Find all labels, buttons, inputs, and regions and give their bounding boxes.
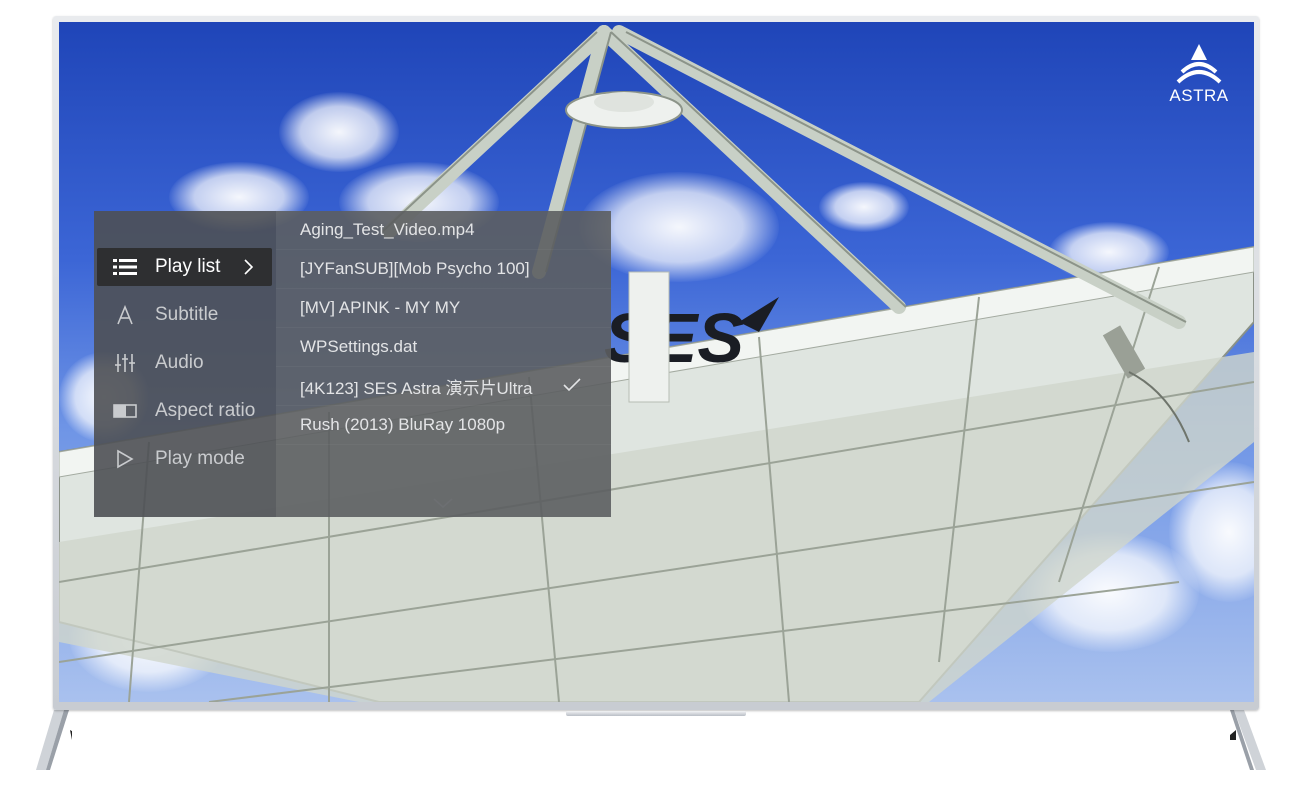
menu-categories: Play list Subtitle Audio Aspect ratio Pl… <box>94 211 276 517</box>
playlist-item-selected[interactable]: [4K123] SES Astra 演示片Ultra <box>276 367 611 406</box>
tv-stand-bar <box>566 711 746 716</box>
playlist-item-label: [4K123] SES Astra 演示片Ultra <box>300 378 533 398</box>
list-icon <box>113 255 137 279</box>
menu-item-subtitle[interactable]: Subtitle <box>97 296 272 334</box>
equalizer-icon <box>113 351 137 375</box>
tv-leg-left <box>36 710 72 770</box>
menu-item-audio[interactable]: Audio <box>97 344 272 382</box>
chevron-right-icon <box>244 259 254 275</box>
tv-screen: SES ASTRA Play list Subtitle Audio Aspec… <box>59 22 1254 702</box>
playlist-panel: Aging_Test_Video.mp4 [JYFanSUB][Mob Psyc… <box>276 211 611 517</box>
menu-item-label: Subtitle <box>155 304 219 325</box>
playlist-item-label: Rush (2013) BluRay 1080p <box>300 415 506 434</box>
playlist-item-label: Aging_Test_Video.mp4 <box>300 220 475 239</box>
checkmark-icon <box>563 378 581 392</box>
playlist-item-label: [JYFanSUB][Mob Psycho 100] <box>300 259 530 278</box>
aspect-ratio-icon <box>113 399 137 423</box>
playlist-item[interactable]: Rush (2013) BluRay 1080p <box>276 406 611 445</box>
chevron-down-icon[interactable] <box>432 497 454 509</box>
menu-item-label: Aspect ratio <box>155 400 256 421</box>
menu-item-play-mode[interactable]: Play mode <box>97 440 272 478</box>
playlist-item-label: WPSettings.dat <box>300 337 418 356</box>
playlist-item[interactable]: WPSettings.dat <box>276 328 611 367</box>
tv-stage: SES ASTRA Play list Subtitle Audio Aspec… <box>0 0 1294 790</box>
play-icon <box>113 447 137 471</box>
menu-item-label: Audio <box>155 352 204 373</box>
subtitle-icon <box>113 303 137 327</box>
astra-logo: ASTRA <box>1159 42 1239 112</box>
astra-logo-icon <box>1176 44 1222 84</box>
menu-item-label: Play list <box>155 256 221 277</box>
astra-logo-text: ASTRA <box>1169 86 1229 105</box>
playlist-item[interactable]: Aging_Test_Video.mp4 <box>276 211 611 250</box>
playlist-item[interactable]: [JYFanSUB][Mob Psycho 100] <box>276 250 611 289</box>
tv-leg-right <box>1230 710 1266 770</box>
menu-item-play-list[interactable]: Play list <box>97 248 272 286</box>
ses-dish-logo: SES <box>604 299 744 377</box>
menu-item-aspect-ratio[interactable]: Aspect ratio <box>97 392 272 430</box>
playlist-item-label: [MV] APINK - MY MY <box>300 298 461 317</box>
menu-item-label: Play mode <box>155 448 245 469</box>
player-menu: Play list Subtitle Audio Aspect ratio Pl… <box>94 211 611 517</box>
playlist-item[interactable]: [MV] APINK - MY MY <box>276 289 611 328</box>
